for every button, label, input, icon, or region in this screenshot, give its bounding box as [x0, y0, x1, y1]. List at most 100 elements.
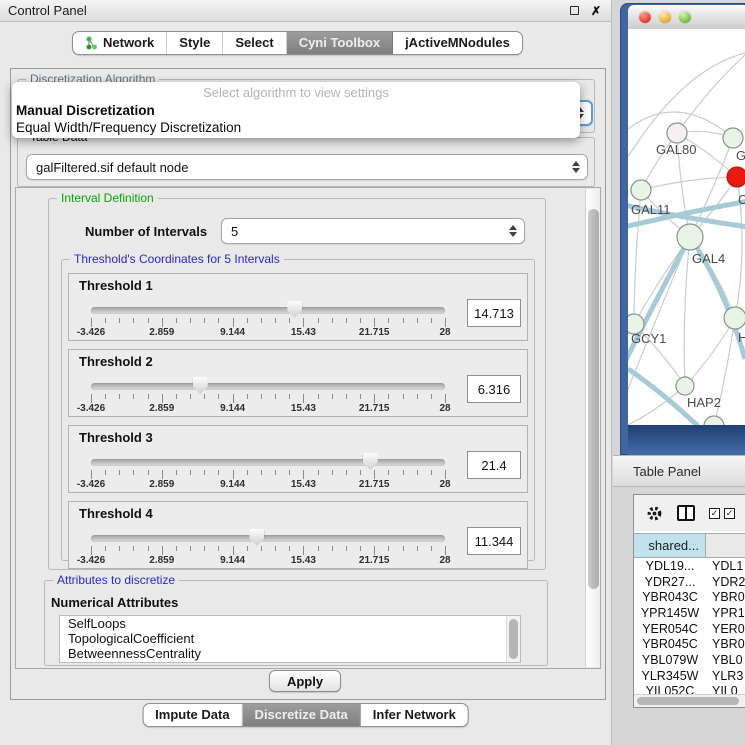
close-traffic-light-icon[interactable]	[639, 11, 651, 23]
tab-select[interactable]: Select	[223, 32, 286, 54]
zoom-traffic-light-icon[interactable]	[679, 11, 691, 23]
table-panel-title: Table Panel	[633, 464, 701, 479]
threshold-slider[interactable]	[91, 383, 445, 390]
dropdown-item[interactable]: Manual Discretization	[12, 102, 580, 119]
attributes-scrollbar[interactable]	[506, 616, 520, 662]
tab-infer-network[interactable]: Infer Network	[361, 704, 468, 726]
cell-shared-name[interactable]: YDL19...	[634, 558, 706, 574]
tab-style[interactable]: Style	[167, 32, 223, 54]
network-icon	[85, 36, 98, 50]
tab-jactivemnodules[interactable]: jActiveMNodules	[393, 32, 522, 54]
slider-thumb[interactable]	[363, 453, 378, 470]
slider-ticks	[91, 394, 445, 403]
cell-name[interactable]: YBL0	[706, 652, 745, 668]
combo-arrows-icon	[572, 161, 580, 173]
cell-shared-name[interactable]: YLR345W	[634, 668, 706, 684]
node-attribute-table: shared... na YDL19...YDL1YDR27...YDR2YBR…	[634, 533, 745, 699]
select-columns-icon[interactable]: ✓ ✓	[709, 508, 735, 519]
table-row[interactable]: YDL19...YDL1	[634, 558, 745, 574]
threshold-slider[interactable]	[91, 307, 445, 314]
cell-shared-name[interactable]: YDR27...	[634, 574, 706, 590]
network-node-c[interactable]	[727, 167, 745, 187]
dropdown-item[interactable]: Equal Width/Frequency Discretization	[12, 119, 580, 136]
node-label: GAL80	[656, 142, 696, 157]
number-of-intervals-combobox[interactable]: 5	[221, 218, 525, 244]
table-row[interactable]: YER054CYER0	[634, 621, 745, 637]
tab-network[interactable]: Network	[73, 32, 167, 54]
attributes-group-title: Attributes to discretize	[53, 573, 179, 587]
table-horizontal-scrollbar[interactable]	[634, 694, 745, 707]
slider-ticks	[91, 546, 445, 555]
cell-shared-name[interactable]: YER054C	[634, 621, 706, 637]
threshold-value-field[interactable]: 11.344	[467, 527, 521, 555]
cell-shared-name[interactable]: YBR043C	[634, 589, 706, 605]
threshold-value-field[interactable]: 14.713	[467, 299, 521, 327]
node-label: C	[738, 192, 745, 207]
slider-thumb[interactable]	[287, 301, 302, 318]
settings-vertical-scrollbar[interactable]	[585, 189, 600, 667]
cell-name[interactable]: YLR3	[706, 668, 745, 684]
cell-name[interactable]: YBR0	[706, 636, 745, 652]
cell-shared-name[interactable]: YPR145W	[634, 605, 706, 621]
threshold-slider[interactable]	[91, 459, 445, 466]
threshold-value-field[interactable]: 21.4	[467, 451, 521, 479]
network-node-gal4[interactable]	[677, 224, 703, 250]
table-row[interactable]: YDR27...YDR2	[634, 574, 745, 590]
cell-name[interactable]: YDL1	[706, 558, 745, 574]
algorithm-dropdown-popup: Select algorithm to view settings Manual…	[12, 82, 580, 138]
network-node-gal80[interactable]	[667, 123, 687, 143]
network-window-titlebar[interactable]	[628, 5, 745, 29]
attribute-list-item[interactable]: TopologicalCoefficient	[60, 631, 520, 646]
column-header-shared-name[interactable]: shared...	[634, 534, 706, 557]
tab-cyni-toolbox[interactable]: Cyni Toolbox	[287, 32, 393, 54]
tab-label: Discretize Data	[255, 707, 348, 722]
cell-shared-name[interactable]: YBL079W	[634, 652, 706, 668]
threshold-slider[interactable]	[91, 535, 445, 542]
tab-impute-data[interactable]: Impute Data	[143, 704, 242, 726]
network-node-hap2[interactable]	[676, 377, 694, 395]
scrollbar-thumb[interactable]	[637, 697, 739, 705]
node-label: GAL4	[692, 251, 725, 266]
slider-thumb[interactable]	[249, 529, 264, 546]
attribute-list-item[interactable]: SelfLoops	[60, 616, 520, 631]
cell-shared-name[interactable]: YBR045C	[634, 636, 706, 652]
network-canvas[interactable]: GAL80GCGAL11GAL4GCY1HHAP2	[628, 29, 745, 425]
network-node-h[interactable]	[724, 307, 745, 329]
threshold-value-field[interactable]: 6.316	[467, 375, 521, 403]
gear-icon[interactable]	[646, 505, 663, 522]
network-graph	[628, 29, 745, 425]
tab-discretize-data[interactable]: Discretize Data	[243, 704, 361, 726]
table-row[interactable]: YLR345WYLR3	[634, 668, 745, 684]
close-icon[interactable]: ✗	[591, 4, 601, 18]
numerical-attributes-list[interactable]: SelfLoopsTopologicalCoefficientBetweenne…	[59, 615, 521, 663]
split-column-icon[interactable]	[677, 505, 695, 521]
column-header-name[interactable]: na	[706, 534, 745, 557]
table-data-combobox[interactable]: galFiltered.sif default node	[26, 154, 588, 180]
float-window-icon[interactable]	[570, 6, 579, 15]
table-row[interactable]: YBR045CYBR0	[634, 636, 745, 652]
control-panel-title: Control Panel	[8, 3, 87, 18]
toolbox-tab-bar: NetworkStyleSelectCyni ToolboxjActiveMNo…	[72, 31, 523, 55]
dropdown-prompt-item[interactable]: Select algorithm to view settings	[12, 85, 580, 102]
network-node-g[interactable]	[723, 128, 743, 148]
network-node-gal11[interactable]	[631, 180, 651, 200]
attribute-list-item[interactable]: BetweennessCentrality	[60, 646, 520, 661]
cell-name[interactable]: YBR0	[706, 589, 745, 605]
number-of-intervals-value: 5	[231, 224, 238, 239]
cell-name[interactable]: YER0	[706, 621, 745, 637]
table-panel-titlebar: Table Panel	[613, 455, 745, 487]
cell-name[interactable]: YDR2	[706, 574, 745, 590]
table-row[interactable]: YBL079WYBL0	[634, 652, 745, 668]
network-node[interactable]	[704, 416, 724, 425]
table-row[interactable]: YBR043CYBR0	[634, 589, 745, 605]
table-row[interactable]: YPR145WYPR1	[634, 605, 745, 621]
scrollbar-thumb[interactable]	[588, 209, 599, 589]
slider-thumb[interactable]	[193, 377, 208, 394]
threshold-label: Threshold 4	[79, 506, 153, 521]
apply-button[interactable]: Apply	[269, 670, 341, 692]
node-label: HAP2	[687, 395, 721, 410]
cell-name[interactable]: YPR1	[706, 605, 745, 621]
minimize-traffic-light-icon[interactable]	[659, 11, 671, 23]
scrollbar-thumb[interactable]	[509, 619, 518, 659]
threshold-list: Threshold 1-3.4262.8599.14415.4321.71528…	[62, 260, 534, 569]
